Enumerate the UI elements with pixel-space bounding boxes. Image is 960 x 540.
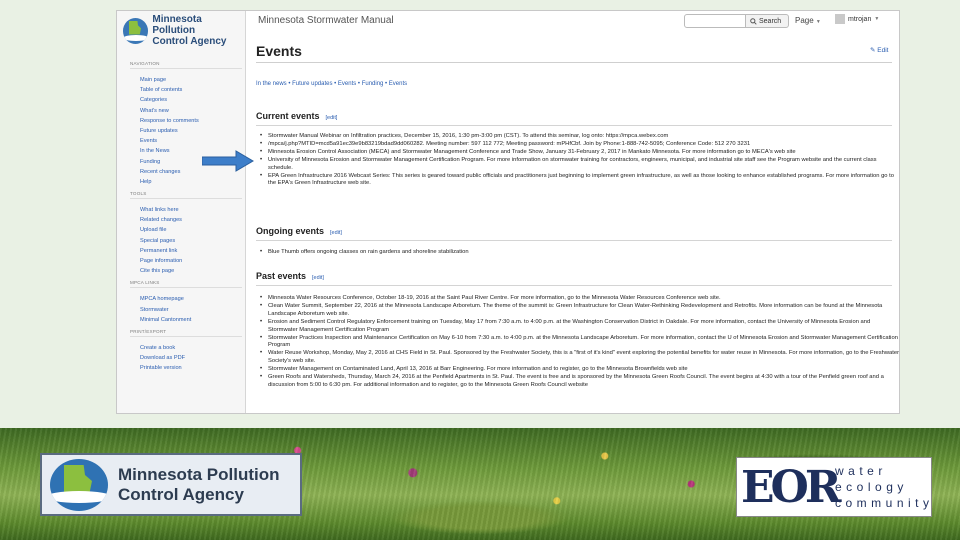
- page-title: Events: [256, 43, 302, 59]
- list-item: Stormwater Practices Inspection and Main…: [260, 335, 899, 351]
- user-name: mtrojan: [848, 15, 872, 23]
- breadcrumb[interactable]: In the news • Future updates • Events • …: [256, 81, 407, 87]
- eor-logo-words: water ecology community: [835, 464, 934, 510]
- sidebar-item-stormwater[interactable]: Stormwater: [130, 305, 242, 315]
- sidebar: Minnesota Pollution Control Agency NAVIG…: [117, 11, 245, 413]
- sidebar-item-printable-version[interactable]: Printable version: [130, 363, 242, 373]
- mpca-logo-text: Minnesota Pollution Control Agency: [118, 464, 280, 504]
- list-item: Minnesota Erosion Control Association (M…: [260, 149, 899, 157]
- list-item: Minnesota Water Resources Conference, Oc…: [260, 295, 899, 303]
- current-events-edit-link[interactable]: [edit]: [326, 115, 338, 121]
- list-item: Stormwater Manual Webinar on Infiltratio…: [260, 133, 899, 141]
- sidebar-section-title: NAVIGATION: [130, 61, 242, 69]
- sidebar-item-download-pdf[interactable]: Download as PDF: [130, 353, 242, 363]
- eor-logo: EOR water ecology community: [736, 457, 932, 517]
- eor-logo-mark: EOR: [741, 461, 841, 513]
- sidebar-item-categories[interactable]: Categories: [130, 95, 242, 105]
- section-divider: [256, 285, 892, 286]
- title-divider: [256, 62, 892, 63]
- page-menu[interactable]: Page ▼: [795, 16, 821, 25]
- current-events-heading: Current events [edit]: [256, 111, 337, 121]
- section-divider: [256, 125, 892, 126]
- ongoing-events-heading: Ongoing events [edit]: [256, 226, 342, 236]
- mpca-logo: Minnesota Pollution Control Agency: [40, 453, 302, 516]
- search-button[interactable]: Search: [745, 14, 789, 28]
- ongoing-events-edit-link[interactable]: [edit]: [330, 230, 342, 236]
- mpca-logo-icon: [123, 17, 149, 44]
- edit-link[interactable]: ✎ Edit: [870, 46, 888, 54]
- search-input[interactable]: [684, 14, 746, 28]
- current-events-heading-text: Current events: [256, 111, 320, 121]
- list-item: Blue Thumb offers ongoing classes on rai…: [260, 249, 899, 257]
- list-item: Clean Water Summit, September 22, 2016 a…: [260, 303, 899, 319]
- site-title[interactable]: Minnesota Stormwater Manual: [258, 15, 394, 26]
- search-button-label: Search: [759, 17, 782, 25]
- past-events-edit-link[interactable]: [edit]: [312, 275, 324, 281]
- past-events-list: Minnesota Water Resources Conference, Oc…: [260, 295, 899, 390]
- sidebar-item-main-page[interactable]: Main page: [130, 75, 242, 85]
- list-item: EPA Green Infrastructure 2016 Webcast Se…: [260, 173, 899, 189]
- sidebar-item-response-to-comments[interactable]: Response to comments: [130, 116, 242, 126]
- sidebar-section-title: PRINT/EXPORT: [130, 329, 242, 337]
- pencil-icon: ✎: [870, 47, 876, 54]
- site-logo[interactable]: Minnesota Pollution Control Agency: [123, 14, 245, 47]
- sidebar-item-future-updates[interactable]: Future updates: [130, 126, 242, 136]
- sidebar-item-table-of-contents[interactable]: Table of contents: [130, 85, 242, 95]
- sidebar-item-what-links-here[interactable]: What links here: [130, 205, 242, 215]
- arrow-right-icon: [202, 150, 254, 172]
- list-item: Stormwater Management on Contaminated La…: [260, 366, 899, 374]
- list-item: Water Reuse Workshop, Monday, May 2, 201…: [260, 350, 899, 366]
- past-events-heading: Past events [edit]: [256, 271, 324, 281]
- sidebar-item-mpca-homepage[interactable]: MPCA homepage: [130, 294, 242, 304]
- main-content: Minnesota Stormwater Manual Search Page …: [245, 11, 899, 413]
- sidebar-item-special-pages[interactable]: Special pages: [130, 236, 242, 246]
- sidebar-item-permanent-link[interactable]: Permanent link: [130, 246, 242, 256]
- sidebar-item-minimal-cantonment[interactable]: Minimal Cantonment: [130, 315, 242, 325]
- user-menu[interactable]: mtrojan ▼: [835, 14, 879, 24]
- sidebar-section-title: MPCA LINKS: [130, 280, 242, 289]
- list-item: Erosion and Sediment Control Regulatory …: [260, 319, 899, 335]
- list-item: Green Roofs and Watersheds, Thursday, Ma…: [260, 374, 899, 390]
- past-events-heading-text: Past events: [256, 271, 307, 281]
- section-divider: [256, 240, 892, 241]
- sidebar-section-title: TOOLS: [130, 191, 242, 200]
- search-icon: [750, 17, 757, 25]
- chevron-down-icon: ▼: [815, 19, 821, 25]
- sidebar-item-create-book[interactable]: Create a book: [130, 343, 242, 353]
- wiki-screenshot: Minnesota Pollution Control Agency NAVIG…: [116, 10, 900, 414]
- list-item: University of Minnesota Erosion and Stor…: [260, 157, 899, 173]
- mpca-logo-icon: [50, 458, 108, 511]
- sidebar-item-upload-file[interactable]: Upload file: [130, 225, 242, 235]
- ongoing-events-heading-text: Ongoing events: [256, 226, 325, 236]
- sidebar-item-events[interactable]: Events: [130, 136, 242, 146]
- sidebar-item-related-changes[interactable]: Related changes: [130, 215, 242, 225]
- current-events-list: Stormwater Manual Webinar on Infiltratio…: [260, 133, 899, 189]
- sidebar-item-page-information[interactable]: Page information: [130, 256, 242, 266]
- sidebar-nav: NAVIGATION Main page Table of contents C…: [130, 57, 242, 374]
- sidebar-item-whats-new[interactable]: What's new: [130, 106, 242, 116]
- sidebar-item-help[interactable]: Help: [130, 177, 242, 187]
- sidebar-item-cite-this-page[interactable]: Cite this page: [130, 266, 242, 276]
- page-menu-label: Page: [795, 16, 814, 25]
- top-bar: Minnesota Stormwater Manual Search Page …: [246, 11, 899, 33]
- list-item: /mpca/j.php?MTID=mcd5a91ec39e9b83219bdad…: [260, 141, 899, 149]
- chevron-down-icon: ▼: [874, 16, 880, 22]
- logo-text: Minnesota Pollution Control Agency: [152, 14, 227, 47]
- ongoing-events-list: Blue Thumb offers ongoing classes on rai…: [260, 249, 899, 257]
- user-avatar-icon: [835, 14, 845, 24]
- edit-link-label: Edit: [877, 47, 889, 54]
